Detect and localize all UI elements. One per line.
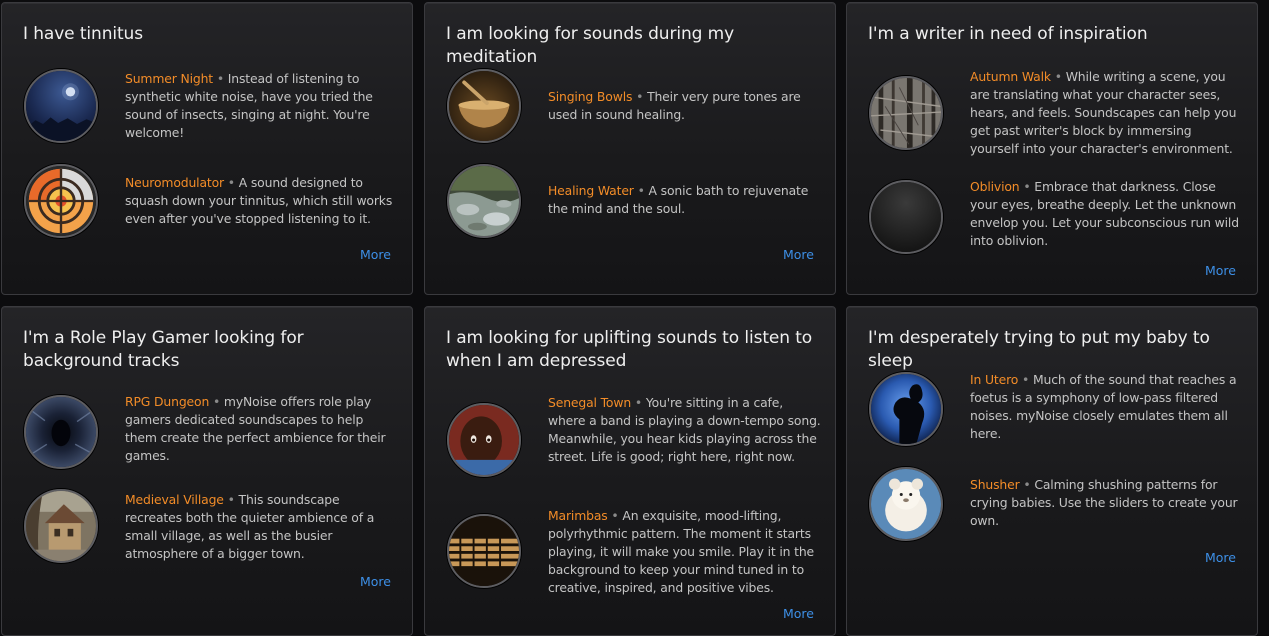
rpg-dungeon-thumbnail[interactable] (24, 395, 98, 469)
card-title: I have tinnitus (23, 24, 143, 44)
more-link[interactable]: More (783, 247, 814, 262)
more-link[interactable]: More (1205, 550, 1236, 565)
separator-dot: • (636, 89, 644, 104)
in-utero-thumbnail[interactable] (869, 372, 943, 446)
item-description: Medieval Village • This soundscape recre… (125, 491, 398, 563)
card-title: I'm a writer in need of inspiration (868, 24, 1148, 44)
sound-link[interactable]: RPG Dungeon (125, 394, 209, 409)
separator-dot: • (634, 395, 643, 410)
item-description: Marimbas • An exquisite, mood-lifting, p… (548, 507, 821, 597)
summer-night-thumbnail[interactable] (24, 69, 98, 143)
sound-link[interactable]: Medieval Village (125, 492, 224, 507)
more-link[interactable]: More (360, 574, 391, 589)
item-description: Autumn Walk • While writing a scene, you… (970, 68, 1243, 158)
sound-link[interactable]: Summer Night (125, 71, 213, 86)
oblivion-thumbnail[interactable] (869, 180, 943, 254)
item-description: Senegal Town • You're sitting in a cafe,… (548, 394, 821, 466)
card-baby-sleep: I'm desperately trying to put my baby to… (846, 306, 1258, 636)
sound-link[interactable]: Marimbas (548, 508, 608, 523)
item-description: Singing Bowls • Their very pure tones ar… (548, 88, 821, 124)
sound-link[interactable]: Shusher (970, 477, 1020, 492)
healing-water-thumbnail[interactable] (447, 164, 521, 238)
card-title: I'm desperately trying to put my baby to… (868, 328, 1210, 371)
sound-link[interactable]: Singing Bowls (548, 89, 632, 104)
sound-link[interactable]: Oblivion (970, 179, 1020, 194)
item-description: Oblivion • Embrace that darkness. Close … (970, 178, 1243, 250)
separator-dot: • (227, 175, 235, 190)
item-description: Summer Night • Instead of listening to s… (125, 70, 398, 142)
separator-dot: • (1054, 69, 1062, 84)
separator-dot: • (1023, 477, 1031, 492)
card-title: I am looking for sounds during my medita… (446, 24, 735, 67)
separator-dot: • (1023, 179, 1031, 194)
singing-bowls-thumbnail[interactable] (447, 69, 521, 143)
sound-link[interactable]: In Utero (970, 372, 1018, 387)
card-rpg: I'm a Role Play Gamer looking for backgr… (1, 306, 413, 636)
separator-dot: • (611, 508, 619, 523)
senegal-town-thumbnail[interactable] (447, 403, 521, 477)
autumn-walk-thumbnail[interactable] (869, 76, 943, 150)
card-depressed: I am looking for uplifting sounds to lis… (424, 306, 836, 636)
neuromodulator-thumbnail[interactable] (24, 164, 98, 238)
card-writer: I'm a writer in need of inspiration Autu… (846, 2, 1258, 295)
item-description: Shusher • Calming shushing patterns for … (970, 476, 1243, 530)
card-meditation: I am looking for sounds during my medita… (424, 2, 836, 295)
item-description: RPG Dungeon • myNoise offers role play g… (125, 393, 398, 465)
medieval-village-thumbnail[interactable] (24, 489, 98, 563)
card-title: I am looking for uplifting sounds to lis… (446, 328, 813, 371)
marimbas-thumbnail[interactable] (447, 514, 521, 588)
separator-dot: • (637, 183, 645, 198)
sound-link[interactable]: Senegal Town (548, 395, 631, 410)
separator-dot: • (216, 71, 224, 86)
separator-dot: • (1022, 372, 1030, 387)
more-link[interactable]: More (360, 247, 391, 262)
item-description: Neuromodulator • A sound designed to squ… (125, 174, 398, 228)
card-title: I'm a Role Play Gamer looking for backgr… (23, 328, 304, 371)
more-link[interactable]: More (783, 606, 814, 621)
more-link[interactable]: More (1205, 263, 1236, 278)
card-tinnitus: I have tinnitus Summer Night • Instead o… (1, 2, 413, 295)
sound-link[interactable]: Healing Water (548, 183, 634, 198)
sound-link[interactable]: Autumn Walk (970, 69, 1051, 84)
item-description: In Utero • Much of the sound that reache… (970, 371, 1243, 443)
shusher-thumbnail[interactable] (869, 467, 943, 541)
item-description: Healing Water • A sonic bath to rejuvena… (548, 182, 821, 218)
sound-link[interactable]: Neuromodulator (125, 175, 224, 190)
separator-dot: • (227, 492, 235, 507)
separator-dot: • (212, 394, 221, 409)
